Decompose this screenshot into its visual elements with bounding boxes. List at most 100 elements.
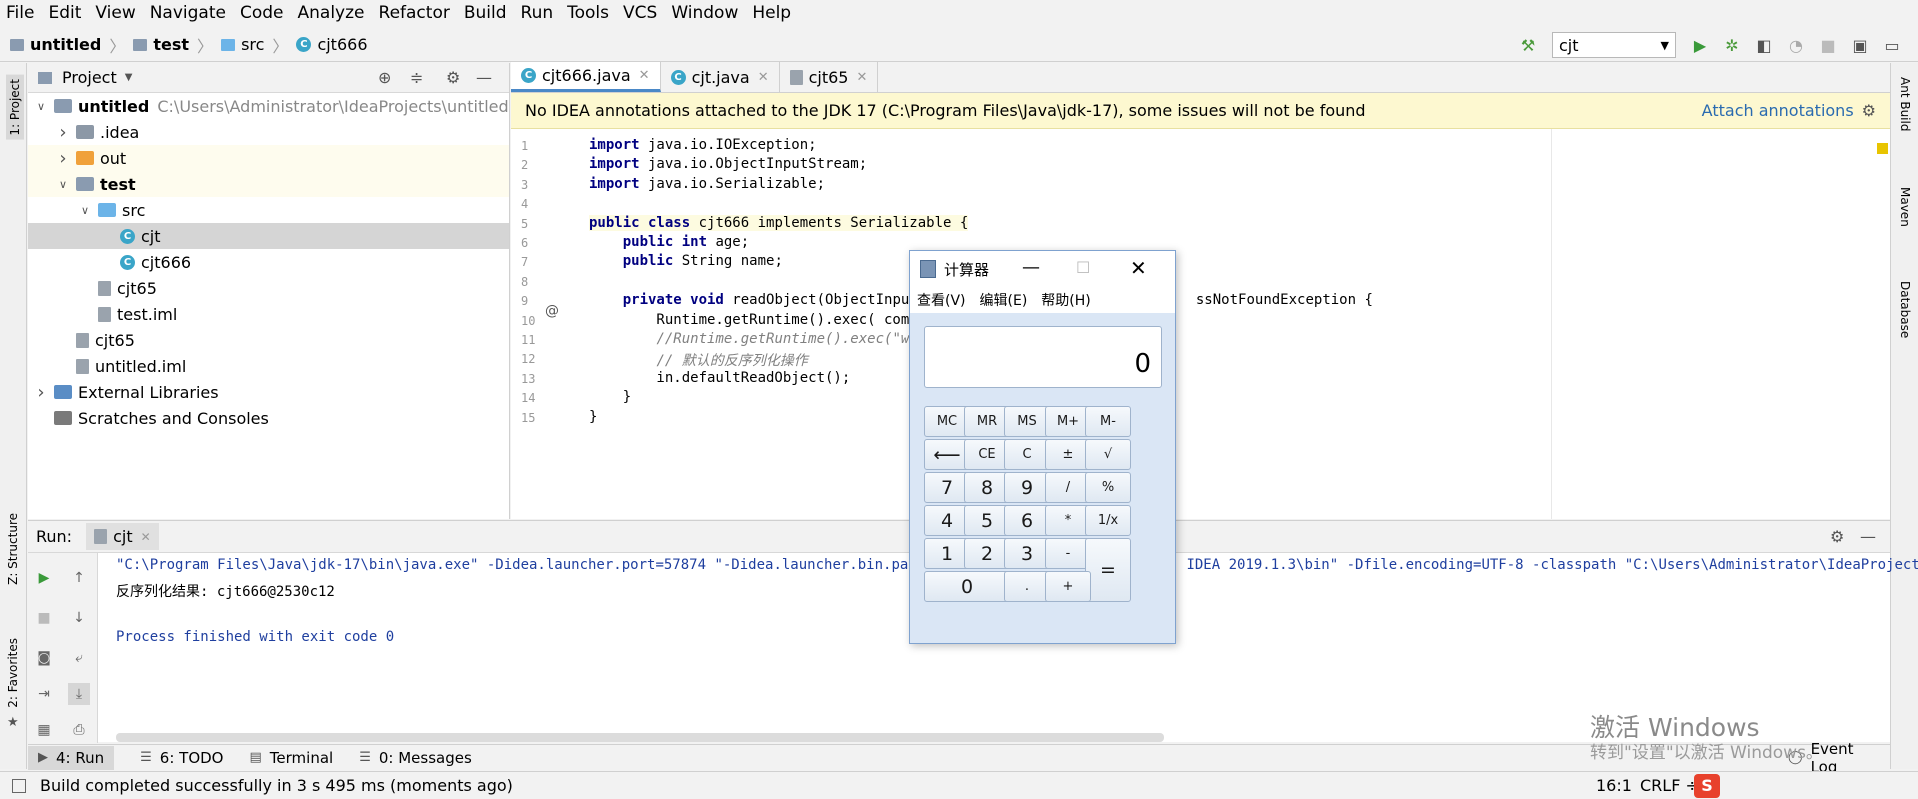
- scroll-to-end-icon[interactable]: ⤓: [68, 683, 90, 705]
- build-hammer-icon[interactable]: ⚒: [1518, 35, 1538, 55]
- run-icon[interactable]: ▶: [1690, 35, 1710, 55]
- terminal-tool-tab[interactable]: ▤ Terminal: [250, 749, 334, 767]
- calc-menu-help[interactable]: 帮助(H): [1041, 290, 1090, 310]
- breadcrumb-src[interactable]: src 〉: [221, 33, 288, 57]
- minimize-icon[interactable]: —: [476, 68, 492, 87]
- gear-icon[interactable]: ⚙: [1830, 527, 1844, 546]
- run-config-select[interactable]: cjt ▼: [1552, 32, 1676, 58]
- menu-vcs[interactable]: VCS: [623, 3, 657, 23]
- structure-tool-tab[interactable]: Z: Structure: [6, 513, 20, 585]
- maximize-button[interactable]: ☐: [1076, 258, 1090, 277]
- chevron-right-icon[interactable]: ›: [56, 148, 70, 169]
- restore-layout-icon[interactable]: ⇥: [33, 683, 55, 705]
- coverage-icon[interactable]: ◧: [1754, 35, 1774, 55]
- menu-navigate[interactable]: Navigate: [150, 3, 226, 23]
- project-tool-tab[interactable]: 1: Project: [6, 75, 24, 140]
- tree-item-out[interactable]: › out: [28, 145, 509, 171]
- locate-icon[interactable]: ⊕: [378, 68, 391, 87]
- menu-analyze[interactable]: Analyze: [298, 3, 365, 23]
- tree-item-test-iml[interactable]: test.iml: [28, 301, 509, 327]
- close-icon[interactable]: ✕: [639, 68, 650, 83]
- stop-icon[interactable]: ■: [1818, 35, 1838, 55]
- messages-tool-tab[interactable]: ☰ 0: Messages: [359, 749, 472, 767]
- tab-cjt-java[interactable]: Ccjt.java ✕: [661, 62, 780, 92]
- debug-icon[interactable]: ✲: [1722, 35, 1742, 55]
- calc-button-equals[interactable]: =: [1085, 538, 1131, 602]
- soft-wrap-icon[interactable]: ⤶: [68, 647, 90, 669]
- tree-item--idea[interactable]: › .idea: [28, 119, 509, 145]
- menu-file[interactable]: File: [6, 3, 34, 23]
- tab-cjt65[interactable]: cjt65 ✕: [780, 62, 879, 92]
- print-icon[interactable]: ⎙: [68, 719, 90, 741]
- minimize-button[interactable]: —: [1022, 257, 1040, 278]
- tab-cjt666-java[interactable]: Ccjt666.java ✕: [511, 62, 661, 92]
- todo-tool-tab[interactable]: ☰ 6: TODO: [140, 749, 223, 767]
- chevron-down-icon[interactable]: ∨: [34, 100, 48, 113]
- line-separator[interactable]: CRLF ÷: [1640, 776, 1699, 795]
- layout-icon[interactable]: ▦: [33, 719, 55, 741]
- chevron-down-icon[interactable]: ∨: [56, 178, 70, 191]
- breadcrumb-test[interactable]: test 〉: [133, 33, 213, 57]
- tree-item-cjt65[interactable]: cjt65: [28, 327, 509, 353]
- menu-build[interactable]: Build: [464, 3, 507, 23]
- menu-tools[interactable]: Tools: [567, 3, 609, 23]
- tree-item-cjt[interactable]: Ccjt: [28, 223, 509, 249]
- collapse-icon[interactable]: ≑: [410, 68, 423, 87]
- database-tool-tab[interactable]: Database: [1898, 281, 1912, 338]
- gear-icon[interactable]: ⚙: [1862, 101, 1876, 120]
- project-structure-icon[interactable]: ▣: [1850, 35, 1870, 55]
- chevron-down-icon[interactable]: ▼: [125, 72, 133, 83]
- gear-icon[interactable]: ⚙: [446, 68, 460, 87]
- calc-button-9[interactable]: 9: [1004, 472, 1050, 503]
- calc-button-6[interactable]: 6: [1004, 505, 1050, 536]
- calc-button-plus[interactable]: +: [1045, 571, 1091, 602]
- tree-item-test[interactable]: ∨ test: [28, 171, 509, 197]
- attach-annotations-link[interactable]: Attach annotations: [1702, 101, 1854, 120]
- layout-toggle-icon[interactable]: [12, 778, 26, 793]
- calc-button-ms[interactable]: MS: [1004, 406, 1050, 437]
- rerun-icon[interactable]: ▶: [33, 567, 55, 589]
- calc-button-0[interactable]: 0: [924, 571, 1010, 602]
- calc-button-sqrt[interactable]: √: [1085, 439, 1131, 470]
- close-icon[interactable]: ✕: [856, 70, 867, 85]
- camera-icon[interactable]: ◙: [33, 647, 55, 669]
- calc-menu-view[interactable]: 查看(V): [917, 290, 966, 310]
- calc-button-percent[interactable]: %: [1085, 472, 1131, 503]
- menu-refactor[interactable]: Refactor: [379, 3, 450, 23]
- search-icon[interactable]: ⌕: [1914, 35, 1918, 55]
- run-tool-tab[interactable]: ▶ 4: Run: [28, 745, 115, 770]
- chevron-right-icon[interactable]: ›: [34, 382, 48, 403]
- calculator-titlebar[interactable]: 计算器 — ☐ ✕: [910, 251, 1175, 287]
- chevron-right-icon[interactable]: ›: [56, 122, 70, 143]
- code-area[interactable]: 1 2 3 4 5 6 7 8 9 10 11 12 13 14 15 @ import java.io.I…: [511, 129, 1890, 519]
- breadcrumb-untitled[interactable]: untitled 〉: [10, 33, 125, 57]
- close-icon[interactable]: ✕: [141, 530, 151, 544]
- stop-icon[interactable]: ■: [33, 607, 55, 629]
- ant-build-tool-tab[interactable]: Ant Build: [1898, 77, 1912, 131]
- tree-item-scratches-and-consoles[interactable]: Scratches and Consoles: [28, 405, 509, 431]
- calculator-window[interactable]: 计算器 — ☐ ✕ 查看(V) 编辑(E) 帮助(H) 0 MC MR MS M+ M-…: [909, 250, 1176, 644]
- inspection-indicator-icon[interactable]: [1877, 143, 1888, 154]
- caret-position[interactable]: 16:1: [1596, 776, 1632, 795]
- calc-button-decimal[interactable]: .: [1004, 571, 1050, 602]
- favorites-tool-tab[interactable]: 2: Favorites: [6, 638, 20, 708]
- tree-item-external-libraries[interactable]: › External Libraries: [28, 379, 509, 405]
- calc-button-m-minus[interactable]: M-: [1085, 406, 1131, 437]
- menu-view[interactable]: View: [95, 3, 135, 23]
- tree-item-untitled[interactable]: ∨ untitled C:\Users\Administrator\IdeaProj…: [28, 93, 509, 119]
- arrow-up-icon[interactable]: ↑: [68, 567, 90, 589]
- calc-button-3[interactable]: 3: [1004, 538, 1050, 569]
- tree-item-cjt65[interactable]: cjt65: [28, 275, 509, 301]
- maven-tool-tab[interactable]: Maven: [1898, 187, 1912, 227]
- menu-window[interactable]: Window: [671, 3, 738, 23]
- menu-edit[interactable]: Edit: [48, 3, 81, 23]
- horizontal-scrollbar[interactable]: [116, 733, 1164, 742]
- chevron-down-icon[interactable]: ∨: [78, 204, 92, 217]
- calc-menu-edit[interactable]: 编辑(E): [980, 290, 1028, 310]
- breadcrumb-cjt666[interactable]: Ccjt666: [296, 35, 368, 54]
- tree-item-untitled-iml[interactable]: untitled.iml: [28, 353, 509, 379]
- project-view-selector[interactable]: Project: [62, 68, 117, 87]
- close-icon[interactable]: ✕: [758, 70, 769, 85]
- run-tab-cjt[interactable]: cjt ✕: [86, 523, 159, 550]
- arrow-down-icon[interactable]: ↓: [68, 607, 90, 629]
